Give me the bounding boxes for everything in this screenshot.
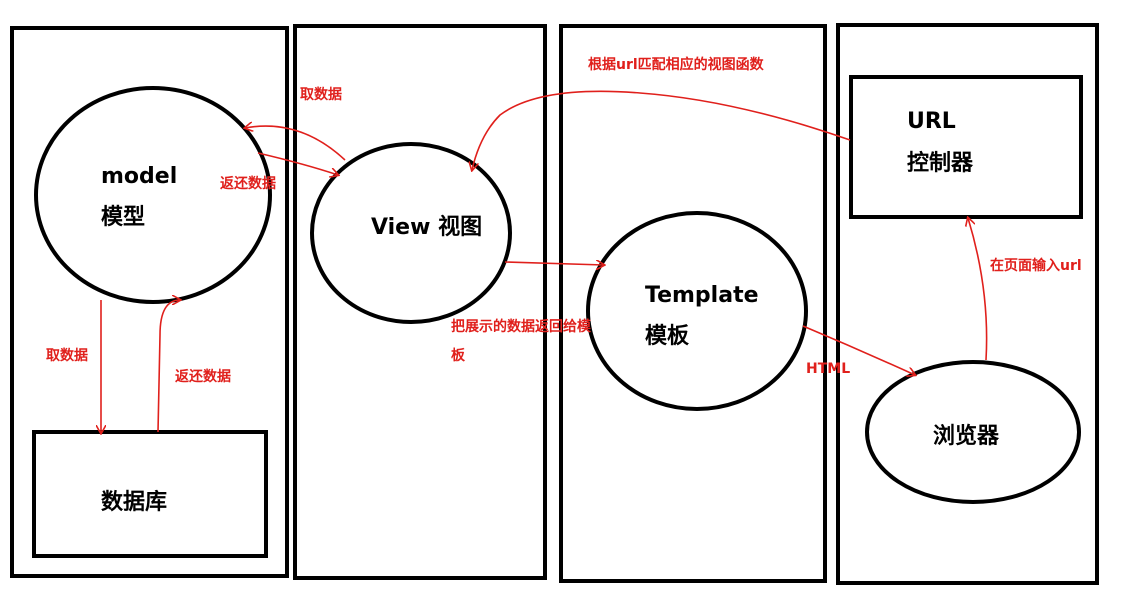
view-column-frame (293, 24, 547, 580)
browser-label: 浏览器 (933, 423, 1000, 449)
edge-label-view-return-data: 返还数据 (220, 175, 276, 192)
edge-label-model-get-data: 取数据 (46, 347, 88, 364)
template-label-line2: 模板 (645, 324, 690, 349)
arrow-view-to-template (504, 262, 604, 265)
edge-label-db-return-data: 返还数据 (175, 368, 231, 385)
arrow-browser-to-url (968, 218, 988, 361)
model-label-line2: 模型 (101, 205, 145, 230)
arrow-url-to-view (472, 90, 851, 170)
edge-label-view-get-data: 取数据 (300, 86, 342, 103)
url-label-line2: 控制器 (907, 150, 974, 176)
model-node (34, 86, 272, 304)
view-label: View 视图 (371, 214, 482, 240)
url-column-frame (836, 23, 1099, 585)
edge-label-view-to-template-line2: 板 (451, 347, 466, 364)
url-label-line1: URL (907, 109, 956, 134)
edge-label-browser-to-url: 在页面输入url (990, 257, 1082, 274)
template-node (586, 211, 808, 411)
edge-label-view-to-template-line1: 把展示的数据返回给模 (451, 318, 592, 335)
mvc-flow-diagram: model 模型 数据库 View 视图 Template 模板 URL 控制器… (10, 23, 1099, 585)
model-label-line1: model (101, 164, 177, 189)
url-controller-node (849, 75, 1083, 219)
edge-label-url-to-view: 根据url匹配相应的视图函数 (588, 56, 765, 73)
arrow-model-to-view (257, 152, 338, 175)
edge-label-template-to-browser: HTML (806, 361, 850, 377)
database-label: 数据库 (101, 489, 167, 515)
arrow-db-to-model (157, 300, 180, 433)
template-label-line1: Template (645, 283, 759, 308)
